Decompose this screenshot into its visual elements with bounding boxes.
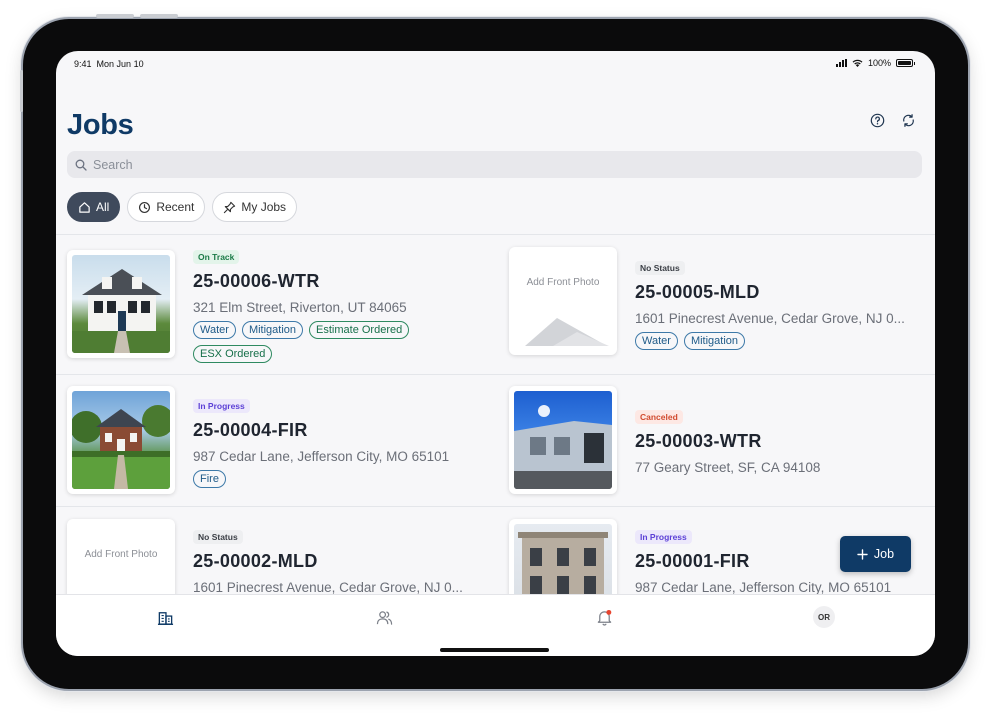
filter-recent[interactable]: Recent (127, 192, 206, 222)
job-info: No Status 25-00005-MLD 1601 Pinecrest Av… (635, 258, 905, 350)
side-button (20, 70, 23, 112)
job-address: 77 Geary Street, SF, CA 94108 (635, 460, 821, 475)
tag: Estimate Ordered (309, 321, 410, 339)
cellular-signal-icon (835, 59, 847, 67)
job-photo (67, 250, 175, 358)
date: Mon Jun 10 (96, 59, 144, 69)
clock: 9:41 (74, 59, 92, 69)
search-bar[interactable] (67, 151, 922, 178)
tag: Mitigation (683, 332, 746, 350)
users-icon (376, 610, 392, 625)
job-id: 25-00005-MLD (635, 282, 760, 302)
add-photo-label: Add Front Photo (84, 549, 158, 560)
home-indicator (440, 648, 549, 652)
job-info: Canceled 25-00003-WTR 77 Geary Street, S… (635, 407, 820, 475)
bell-icon (597, 609, 611, 626)
job-info: No Status 25-00002-MLD 1601 Pinecrest Av… (193, 527, 463, 595)
tab-jobs[interactable] (154, 606, 176, 628)
house-placeholder-icon (525, 318, 609, 346)
pin-icon (224, 201, 236, 213)
tab-notifications[interactable] (593, 606, 615, 628)
house-icon (79, 201, 90, 213)
tag: Water (635, 332, 678, 350)
job-address: 321 Elm Street, Riverton, UT 84065 (193, 300, 407, 315)
filter-recent-label: Recent (156, 200, 195, 214)
add-photo-label: Add Front Photo (526, 277, 600, 288)
filter-all-label: All (96, 200, 110, 214)
status-badge: In Progress (193, 399, 250, 413)
tag: ESX Ordered (193, 345, 273, 363)
tab-profile[interactable]: OR (813, 606, 835, 628)
wifi-icon (852, 59, 863, 67)
job-tags: Water Mitigation Estimate Ordered ESX Or… (193, 321, 433, 363)
volume-up-button (96, 14, 134, 18)
avatar: OR (813, 606, 835, 628)
filter-chips: All Recent My Jobs (67, 192, 298, 222)
buildings-icon (157, 611, 173, 625)
search-icon (75, 159, 87, 171)
volume-down-button (140, 14, 178, 18)
job-info: On Track 25-00006-WTR 321 Elm Street, Ri… (193, 247, 433, 363)
clock-icon (139, 201, 151, 213)
job-id: 25-00004-FIR (193, 420, 308, 440)
help-icon[interactable] (869, 112, 885, 128)
job-list: On Track 25-00006-WTR 321 Elm Street, Ri… (56, 234, 935, 639)
filter-my-jobs-label: My Jobs (241, 200, 287, 214)
job-photo (509, 386, 617, 494)
job-card[interactable]: Canceled 25-00003-WTR 77 Geary Street, S… (509, 374, 935, 494)
job-tags: Water Mitigation (635, 332, 875, 350)
job-address: 1601 Pinecrest Avenue, Cedar Grove, NJ 0… (635, 311, 905, 326)
status-time: 9:41 Mon Jun 10 (74, 59, 144, 69)
battery-icon (896, 59, 915, 67)
job-id: 25-00003-WTR (635, 431, 762, 451)
tag: Fire (193, 470, 226, 488)
job-card[interactable]: Add Front Photo No Status 25-00005-MLD 1… (509, 234, 935, 355)
app-screen: 9:41 Mon Jun 10 100% Jobs All Recent My … (56, 51, 935, 656)
add-front-photo[interactable]: Add Front Photo (509, 247, 617, 355)
add-job-button[interactable]: Job (840, 536, 911, 572)
tag: Water (193, 321, 236, 339)
job-address: 987 Cedar Lane, Jefferson City, MO 65101 (635, 580, 892, 595)
page-title: Jobs (67, 109, 134, 141)
status-indicators: 100% (835, 58, 915, 68)
plus-icon (857, 548, 868, 560)
filter-my-jobs[interactable]: My Jobs (212, 192, 298, 222)
battery-percent: 100% (867, 58, 891, 68)
job-card[interactable]: In Progress 25-00004-FIR 987 Cedar Lane,… (67, 374, 497, 494)
tab-people[interactable] (373, 606, 395, 628)
tab-bar: OR (56, 594, 935, 656)
add-job-label: Job (873, 547, 895, 561)
job-card[interactable]: On Track 25-00006-WTR 321 Elm Street, Ri… (67, 234, 497, 363)
filter-all[interactable]: All (67, 192, 121, 222)
status-badge: Canceled (635, 410, 683, 424)
job-tags: Fire (193, 470, 433, 488)
status-badge: On Track (193, 250, 240, 264)
tag: Mitigation (241, 321, 304, 339)
job-address: 1601 Pinecrest Avenue, Cedar Grove, NJ 0… (193, 580, 463, 595)
search-input[interactable] (93, 157, 793, 172)
job-info: In Progress 25-00004-FIR 987 Cedar Lane,… (193, 396, 449, 488)
status-badge: No Status (193, 530, 243, 544)
status-badge: In Progress (635, 530, 692, 544)
job-photo (67, 386, 175, 494)
job-id: 25-00002-MLD (193, 551, 318, 571)
status-bar: 9:41 Mon Jun 10 100% (56, 51, 935, 75)
job-address: 987 Cedar Lane, Jefferson City, MO 65101 (193, 449, 450, 464)
job-id: 25-00006-WTR (193, 271, 320, 291)
status-badge: No Status (635, 261, 685, 275)
sync-icon[interactable] (900, 112, 916, 128)
